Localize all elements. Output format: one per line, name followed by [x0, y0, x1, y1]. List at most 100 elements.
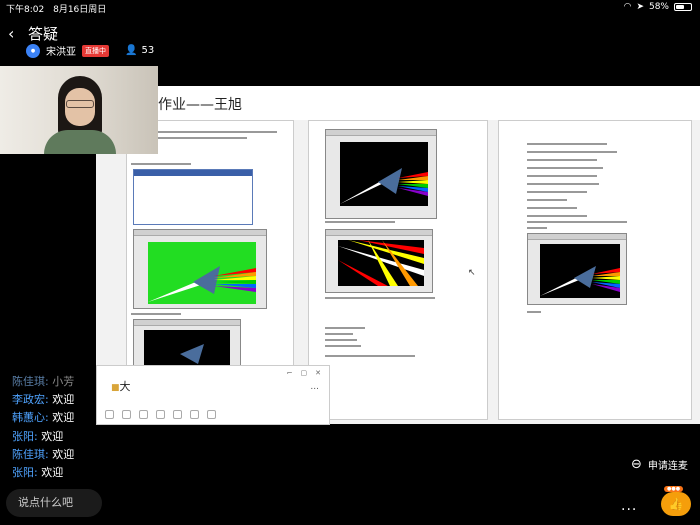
popup-controls: ⌐ ▢ ✕	[287, 369, 321, 377]
chat-message: 张阳: 欢迎	[12, 428, 74, 446]
chat-message: 陈佳琪: 欢迎	[12, 446, 74, 464]
text-line	[325, 339, 357, 341]
minimize-icon[interactable]: ⌐	[287, 369, 293, 377]
text-line	[527, 227, 547, 229]
close-icon[interactable]: ✕	[315, 369, 321, 377]
figure-window-image	[133, 229, 267, 309]
text-line	[131, 313, 181, 315]
chat-message: 陈佳琪: 小芳	[12, 373, 74, 391]
chat-text: 欢迎	[52, 447, 75, 461]
code-editor-image	[133, 169, 253, 225]
chat-message: 张阳: 欢迎	[12, 464, 74, 482]
restore-icon[interactable]: ▢	[301, 369, 308, 377]
mouse-cursor-icon: ↖	[468, 268, 476, 278]
host-video[interactable]	[0, 66, 158, 154]
text-line	[325, 327, 365, 329]
person-icon: 👤	[125, 45, 138, 56]
text-line	[527, 311, 541, 313]
status-bar: 下午8:02 8月16日周日 ◠ ➤ 58%	[0, 0, 700, 16]
text-line	[131, 163, 191, 165]
plot-image	[148, 242, 256, 304]
text-line	[527, 215, 587, 217]
page-title: 答疑	[28, 25, 59, 43]
host-name: 宋洪亚	[46, 47, 76, 58]
doc-page-3	[498, 120, 692, 420]
popup-text: ■大	[111, 378, 131, 394]
like-badge: ●●●	[664, 486, 684, 492]
chat-user[interactable]: 陈佳琪:	[12, 375, 49, 388]
figure-toolbar	[134, 320, 240, 326]
text-line	[527, 143, 607, 145]
host-shirt	[44, 130, 116, 154]
figure-toolbar	[326, 130, 436, 136]
chat-user[interactable]: 张阳:	[12, 430, 38, 443]
text-line	[527, 199, 567, 201]
battery-fill	[676, 5, 685, 9]
chat-input[interactable]: 说点什么吧	[6, 489, 102, 517]
tool-icon[interactable]	[173, 410, 182, 419]
chat-user[interactable]: 张阳:	[12, 466, 38, 479]
tool-icon[interactable]	[190, 410, 199, 419]
viewer-count-value: 53	[141, 45, 155, 56]
doc-title: 作业——王旭	[158, 97, 242, 113]
chat-message: 韩蕙心: 欢迎	[12, 409, 74, 427]
text-line	[325, 297, 435, 299]
chat-text: 欢迎	[41, 429, 64, 443]
text-line	[325, 221, 395, 223]
figure-window-image	[133, 319, 241, 369]
link-icon: ⊖	[631, 457, 642, 472]
text-line	[157, 131, 277, 133]
figure-toolbar	[134, 230, 266, 236]
figure-toolbar	[326, 230, 432, 236]
chat-message: 李政宏: 欢迎	[12, 391, 74, 409]
status-time: 下午8:02	[6, 5, 45, 15]
chat-text: 欢迎	[52, 411, 75, 425]
text-line	[157, 137, 247, 139]
thumbs-up-icon: 👍	[661, 492, 691, 516]
battery-percent: 58%	[648, 2, 669, 12]
host-info: ● 宋洪亚 直播中 👤 53	[26, 43, 154, 58]
text-line	[527, 207, 577, 209]
chat-user[interactable]: 陈佳琪:	[12, 448, 49, 461]
battery-icon	[674, 3, 692, 11]
plot-image	[340, 142, 428, 206]
doc-page-2	[308, 120, 488, 420]
chat-text: 欢迎	[41, 465, 64, 479]
status-date: 8月16日周日	[53, 5, 107, 15]
popup-more-button[interactable]: ...	[310, 382, 319, 392]
doc-header: 作业——王旭	[96, 86, 700, 120]
text-line	[527, 167, 603, 169]
plot-image	[338, 240, 424, 286]
text-line	[527, 175, 597, 177]
figure-window-image	[527, 233, 627, 305]
chat-text: 欢迎	[52, 393, 75, 407]
text-line	[325, 355, 415, 357]
avatar[interactable]: ●	[26, 43, 40, 58]
plot-image	[144, 330, 230, 368]
tool-icon[interactable]	[156, 410, 165, 419]
like-button[interactable]: 👍 ●●●	[661, 486, 691, 516]
text-line	[325, 345, 361, 347]
viewer-count: 👤 53	[125, 45, 154, 56]
more-button[interactable]: ...	[621, 498, 637, 514]
tool-icon[interactable]	[122, 410, 131, 419]
editor-title-bar	[134, 170, 252, 176]
figure-window-image	[325, 229, 433, 293]
apply-mic-label: 申请连麦	[647, 461, 688, 472]
popup-toolbar	[105, 410, 216, 419]
chat-user[interactable]: 李政宏:	[12, 393, 49, 406]
chevron-left-icon[interactable]: ‹	[8, 24, 14, 43]
figure-toolbar	[528, 234, 626, 240]
chat-user[interactable]: 韩蕙心:	[12, 411, 49, 424]
tool-icon[interactable]	[105, 410, 114, 419]
tool-icon[interactable]	[139, 410, 148, 419]
text-line	[527, 151, 617, 153]
chat-text: 小芳	[52, 375, 75, 388]
text-line	[527, 221, 627, 223]
text-line	[527, 159, 597, 161]
figure-window-image	[325, 129, 437, 219]
tool-icon[interactable]	[207, 410, 216, 419]
plot-image	[540, 244, 620, 298]
apply-mic-button[interactable]: ⊖ 申请连麦	[631, 457, 688, 472]
note-popup[interactable]: ⌐ ▢ ✕ ■大 ...	[96, 365, 330, 425]
